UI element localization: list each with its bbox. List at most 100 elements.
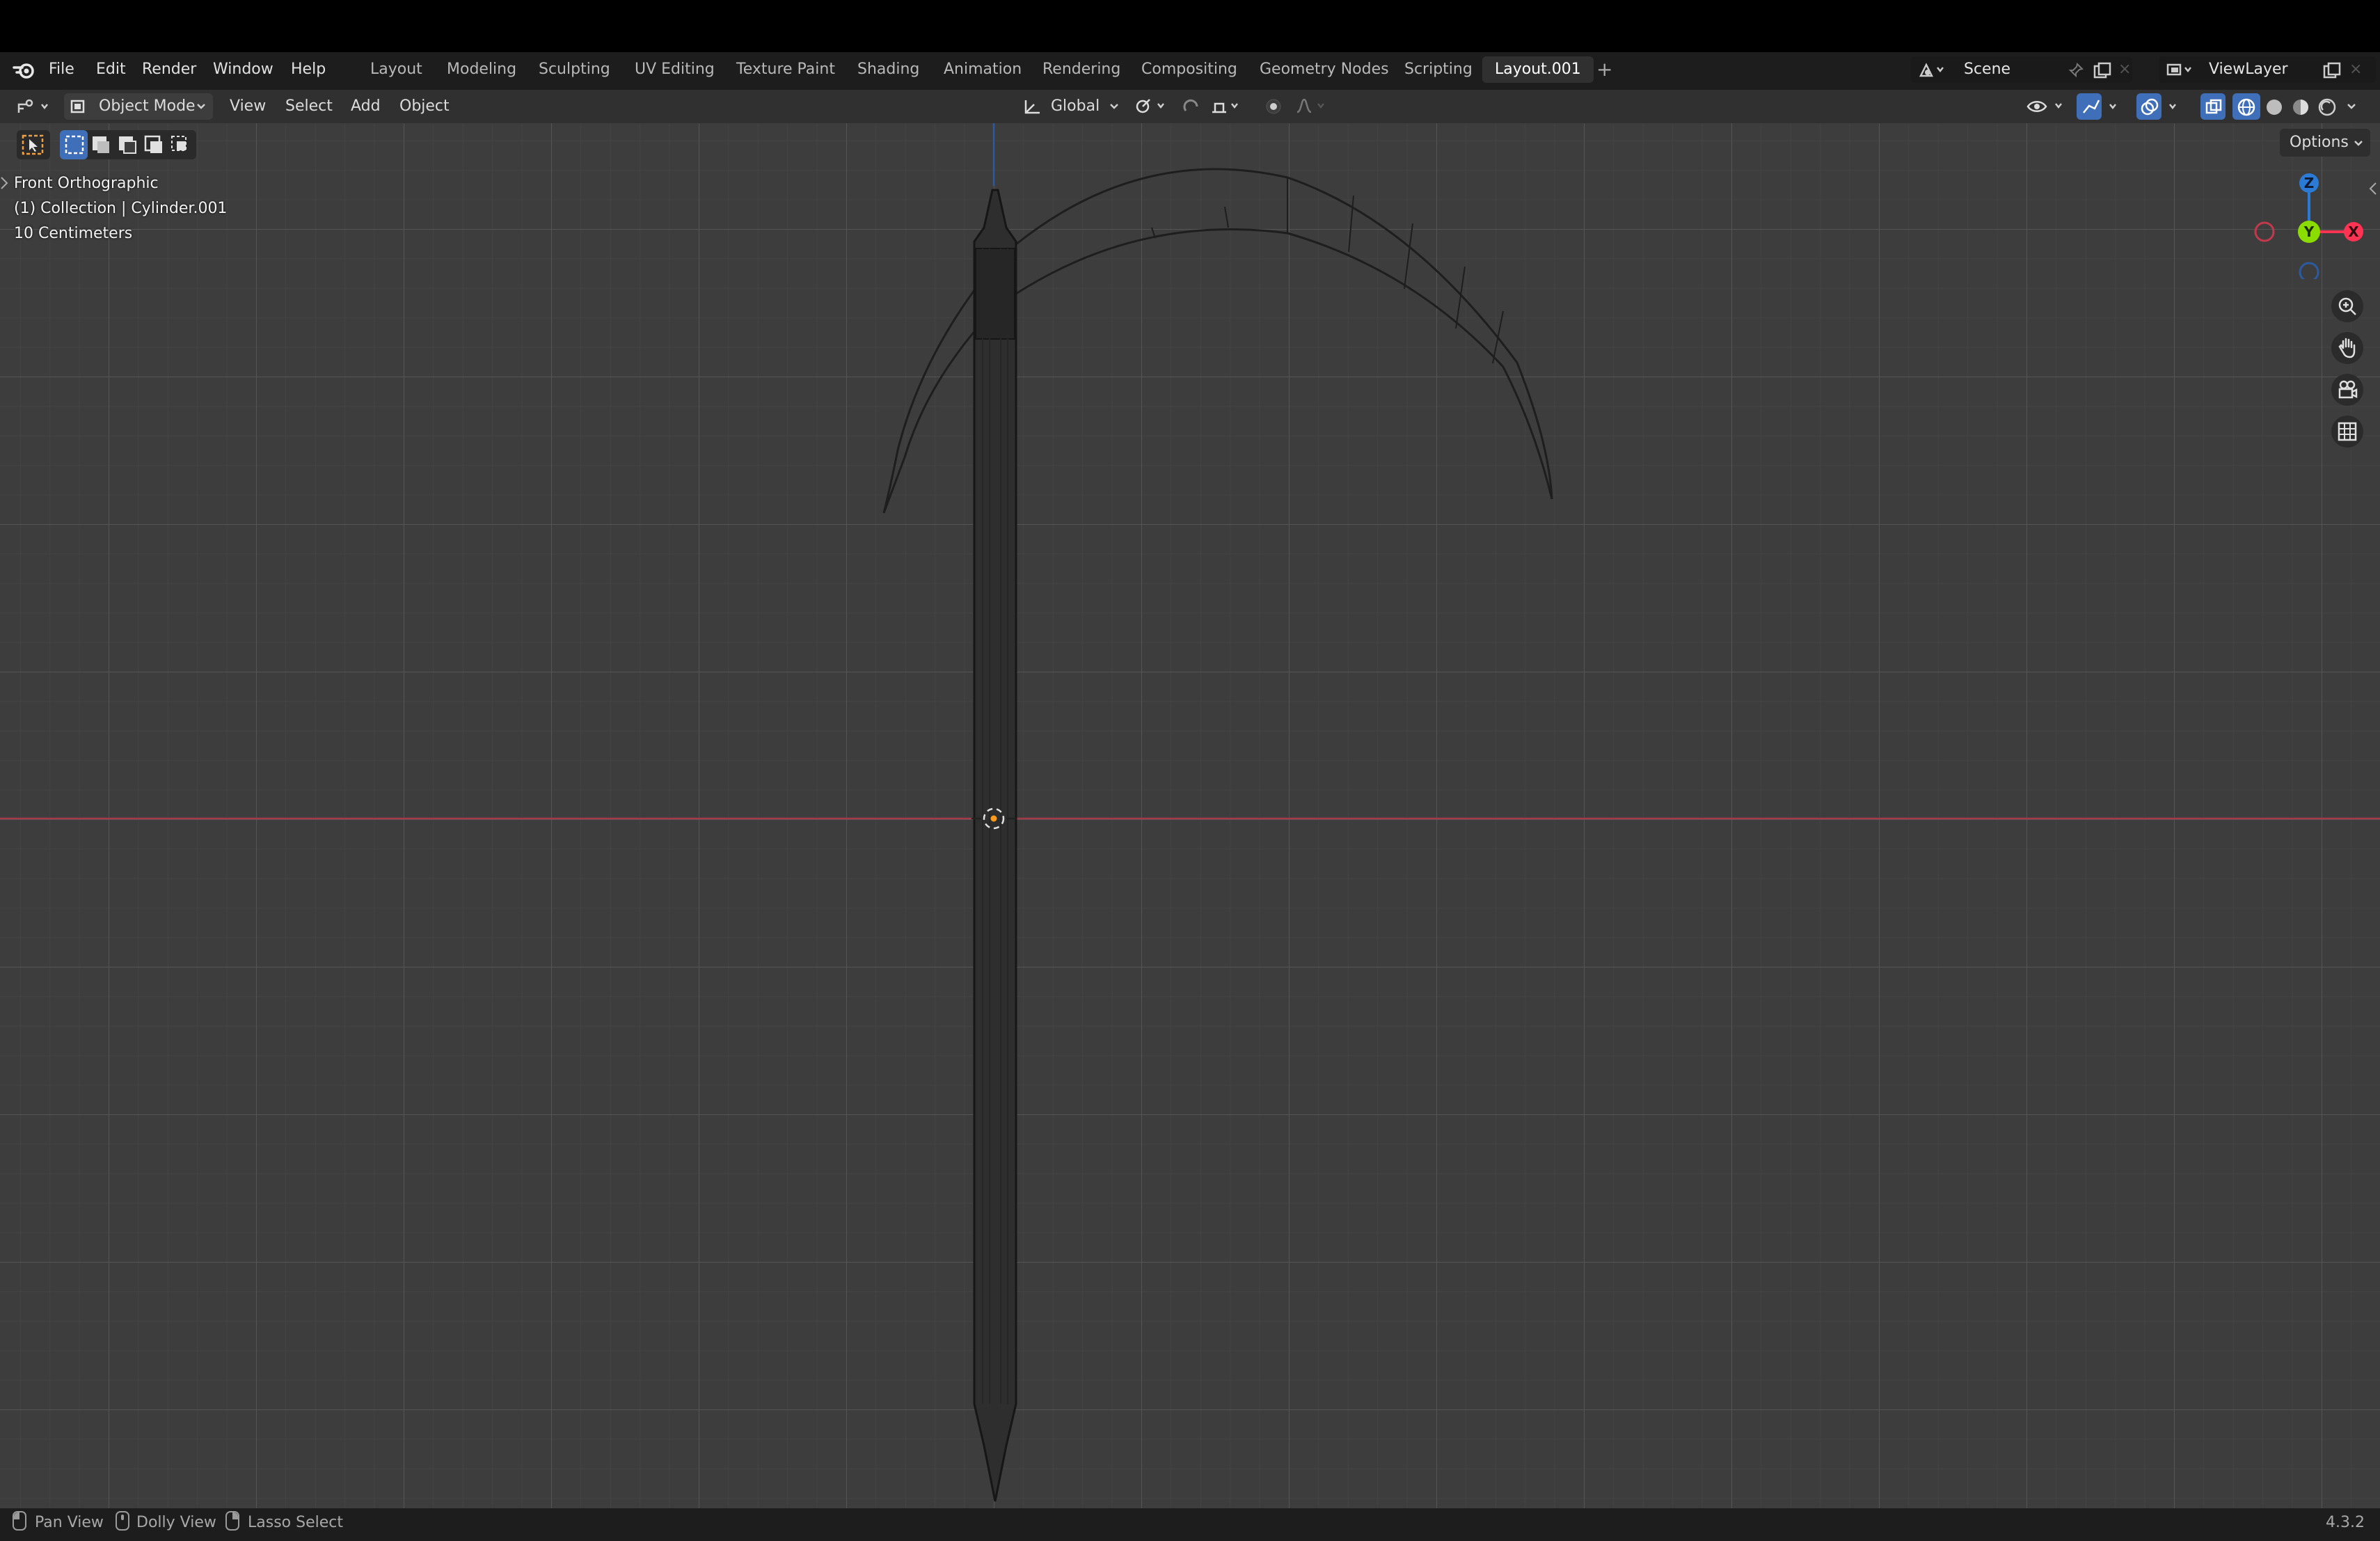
toolbar-expand-icon[interactable] bbox=[0, 176, 8, 190]
tab-geometry-nodes[interactable]: Geometry Nodes bbox=[1247, 56, 1402, 83]
select-subtract-icon[interactable] bbox=[117, 134, 138, 155]
rendered-shading-icon[interactable] bbox=[2317, 97, 2337, 117]
scene-selector[interactable]: Scene × bbox=[1911, 56, 2132, 83]
status-lasso-select: Lasso Select bbox=[248, 1514, 343, 1531]
new-view-layer-icon[interactable] bbox=[2323, 62, 2341, 79]
tab-rendering[interactable]: Rendering bbox=[1030, 56, 1133, 83]
select-new-icon[interactable] bbox=[64, 134, 85, 155]
status-bar: Pan View Dolly View Lasso Select 4.3.2 bbox=[0, 1508, 2380, 1541]
3d-viewport[interactable]: Front Orthographic (1) Collection | Cyli… bbox=[0, 123, 2380, 1508]
camera-view-button[interactable] bbox=[2331, 374, 2363, 406]
view-layer-selector[interactable]: ViewLayer × bbox=[2159, 56, 2376, 83]
tab-animation[interactable]: Animation bbox=[931, 56, 1034, 83]
xray-toggle[interactable] bbox=[2200, 93, 2226, 120]
chevron-down-icon bbox=[197, 104, 205, 109]
scene-name: Scene bbox=[1964, 61, 2011, 78]
tab-shading[interactable]: Shading bbox=[845, 56, 932, 83]
menu-edit[interactable]: Edit bbox=[96, 61, 126, 78]
gizmo-x-label: X bbox=[2348, 223, 2359, 240]
select-extend-icon[interactable] bbox=[90, 134, 111, 155]
tab-layout-001[interactable]: Layout.001 bbox=[1482, 56, 1594, 83]
tab-texture-paint[interactable]: Texture Paint bbox=[724, 56, 848, 83]
pin-icon[interactable] bbox=[2068, 63, 2084, 78]
tab-uv-editing[interactable]: UV Editing bbox=[622, 56, 727, 83]
collection-info-label: (1) Collection | Cylinder.001 bbox=[14, 200, 228, 217]
transform-orientation-icon bbox=[1024, 100, 1040, 114]
tab-sculpting[interactable]: Sculpting bbox=[526, 56, 623, 83]
editor-type-icon bbox=[17, 99, 48, 113]
navigation-gizmo[interactable]: Z X Y bbox=[2248, 168, 2366, 279]
menu-object[interactable]: Object bbox=[399, 93, 450, 120]
object-mode-icon bbox=[70, 100, 85, 113]
editor-type-selector[interactable] bbox=[11, 93, 56, 120]
wireframe-shading-icon[interactable] bbox=[2237, 97, 2256, 117]
select-intersect-icon[interactable] bbox=[170, 134, 191, 155]
zoom-button[interactable] bbox=[2331, 290, 2363, 322]
material-shading-icon[interactable] bbox=[2291, 97, 2310, 117]
gizmo-z-label: Z bbox=[2304, 175, 2315, 191]
pivot-icon[interactable] bbox=[1134, 98, 1171, 115]
select-box-icon bbox=[22, 134, 44, 155]
tab-layout[interactable]: Layout bbox=[358, 56, 435, 83]
grid-icon bbox=[2338, 422, 2357, 441]
add-workspace-icon[interactable]: + bbox=[1596, 58, 1612, 81]
view-layer-name: ViewLayer bbox=[2209, 61, 2288, 78]
overlay-toggle[interactable] bbox=[2136, 93, 2187, 120]
mode-selector[interactable]: Object Mode bbox=[64, 93, 213, 120]
zoom-icon bbox=[2338, 297, 2356, 315]
view-layer-icon bbox=[2166, 63, 2191, 76]
options-dropdown[interactable]: Options bbox=[2280, 129, 2370, 157]
delete-view-layer-icon[interactable]: × bbox=[2349, 56, 2362, 83]
delete-scene-icon[interactable]: × bbox=[2118, 56, 2131, 83]
menu-view[interactable]: View bbox=[230, 93, 266, 120]
chevron-down-icon[interactable] bbox=[2347, 103, 2356, 110]
transform-orientation-label: Global bbox=[1051, 97, 1100, 115]
viewport-header: Object Mode View Select Add Object Globa… bbox=[0, 90, 2380, 123]
mouse-left-icon bbox=[13, 1511, 26, 1531]
sidebar-expand-icon[interactable] bbox=[2369, 182, 2377, 196]
version-label: 4.3.2 bbox=[2326, 1514, 2365, 1531]
gizmo-icon bbox=[2083, 100, 2116, 113]
viewport-grid bbox=[0, 123, 2380, 1508]
mode-label: Object Mode bbox=[99, 97, 196, 115]
camera-icon bbox=[2338, 380, 2358, 399]
overlay-icon bbox=[2141, 98, 2176, 116]
menu-file[interactable]: File bbox=[49, 61, 74, 78]
visibility-icon[interactable] bbox=[2025, 97, 2067, 116]
gizmo-neg-x[interactable] bbox=[2254, 221, 2275, 242]
tab-compositing[interactable]: Compositing bbox=[1129, 56, 1250, 83]
status-pan-view: Pan View bbox=[35, 1514, 104, 1531]
pan-button[interactable] bbox=[2331, 332, 2363, 364]
options-label: Options bbox=[2290, 134, 2349, 151]
solid-shading-icon[interactable] bbox=[2264, 97, 2284, 117]
menu-render[interactable]: Render bbox=[142, 61, 196, 78]
grid-scale-label: 10 Centimeters bbox=[14, 225, 133, 242]
select-difference-icon[interactable] bbox=[143, 134, 164, 155]
chevron-down-icon bbox=[2354, 141, 2363, 146]
proportional-edit-icon[interactable] bbox=[1261, 97, 1335, 116]
gizmo-neg-z[interactable] bbox=[2299, 262, 2319, 279]
tab-modeling[interactable]: Modeling bbox=[434, 56, 529, 83]
gizmo-y-label: Y bbox=[2303, 223, 2315, 240]
mouse-middle-icon bbox=[116, 1511, 129, 1531]
snap-icon[interactable] bbox=[1182, 97, 1255, 116]
gizmo-toggle[interactable] bbox=[2077, 93, 2127, 120]
selection-mode-group bbox=[60, 130, 196, 159]
status-dolly-view: Dolly View bbox=[136, 1514, 216, 1531]
select-tool-button[interactable] bbox=[17, 130, 50, 159]
menu-window[interactable]: Window bbox=[213, 61, 273, 78]
view-name-label: Front Orthographic bbox=[14, 175, 159, 192]
chevron-down-icon bbox=[1110, 104, 1118, 109]
menu-select[interactable]: Select bbox=[285, 93, 333, 120]
xray-icon bbox=[2205, 99, 2222, 114]
tab-scripting[interactable]: Scripting bbox=[1392, 56, 1485, 83]
menu-add[interactable]: Add bbox=[351, 93, 381, 120]
scythe-handle[interactable] bbox=[973, 189, 1017, 1502]
hand-icon bbox=[2338, 338, 2356, 358]
blender-logo-icon[interactable] bbox=[13, 61, 36, 80]
new-scene-icon[interactable] bbox=[2093, 62, 2111, 79]
menu-help[interactable]: Help bbox=[291, 61, 326, 78]
mouse-right-icon bbox=[225, 1511, 239, 1531]
transform-orientation-selector[interactable]: Global bbox=[1019, 93, 1127, 120]
toggle-perspective-button[interactable] bbox=[2331, 416, 2363, 448]
